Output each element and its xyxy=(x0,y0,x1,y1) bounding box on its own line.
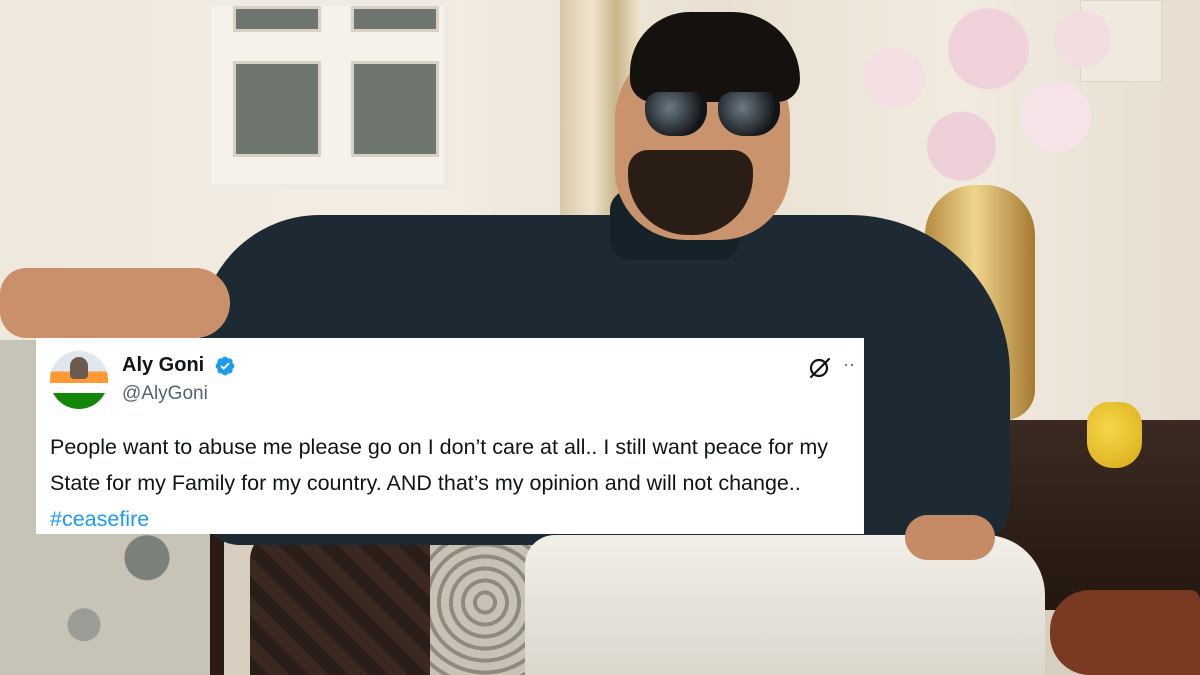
tweet-card[interactable]: Aly Goni @AlyGoni ·· People want to abus… xyxy=(36,338,864,534)
window xyxy=(205,0,450,190)
flower-arrangement xyxy=(840,0,1110,195)
grok-icon[interactable] xyxy=(808,356,832,380)
window-pane xyxy=(233,61,321,157)
verified-badge-icon xyxy=(215,356,235,376)
window-pane xyxy=(351,61,439,157)
window-pane xyxy=(351,6,439,32)
tweet-text: People want to abuse me please go on I d… xyxy=(50,435,829,495)
sunglasses-lens xyxy=(645,92,707,136)
man-hand xyxy=(905,515,995,560)
yellow-pot xyxy=(1087,402,1142,468)
avatar[interactable] xyxy=(50,351,108,409)
more-options-icon[interactable]: ·· xyxy=(836,354,862,378)
author-name[interactable]: Aly Goni xyxy=(122,354,204,377)
window-pane xyxy=(233,6,321,32)
man-arm xyxy=(0,268,230,338)
sunglasses-lens xyxy=(718,92,780,136)
tweet-body: People want to abuse me please go on I d… xyxy=(50,429,860,537)
brown-shoe xyxy=(1050,590,1200,675)
sofa-cushion xyxy=(430,530,540,675)
avatar-person xyxy=(70,357,88,379)
author-handle[interactable]: @AlyGoni xyxy=(122,383,208,405)
hashtag-link[interactable]: #ceasefire xyxy=(50,507,149,531)
